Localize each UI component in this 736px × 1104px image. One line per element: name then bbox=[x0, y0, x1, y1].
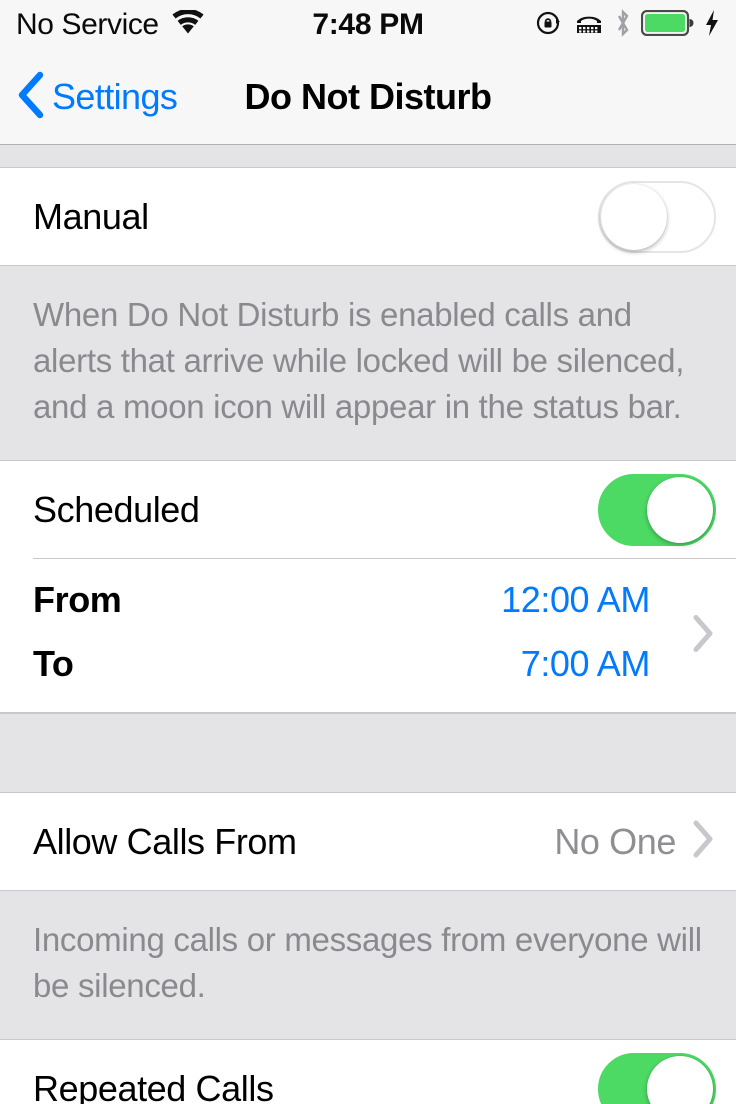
allow-calls-footer-text: Incoming calls or messages from everyone… bbox=[33, 921, 702, 1004]
allow-calls-label: Allow Calls From bbox=[33, 820, 297, 862]
pair-spacer-bottom bbox=[0, 696, 736, 712]
scheduled-label: Scheduled bbox=[33, 488, 200, 530]
manual-label: Manual bbox=[33, 195, 149, 237]
manual-group: Manual bbox=[0, 168, 736, 266]
wifi-icon bbox=[171, 8, 205, 41]
back-button[interactable]: Settings bbox=[0, 71, 178, 124]
from-value: 12:00 AM bbox=[501, 579, 650, 620]
bluetooth-icon bbox=[614, 8, 632, 43]
battery-icon bbox=[640, 9, 695, 41]
chevron-right-icon bbox=[690, 818, 716, 865]
status-bar: No Service 7:48 PM bbox=[0, 0, 736, 50]
to-value: 7:00 AM bbox=[520, 643, 651, 684]
repeated-calls-label: Repeated Calls bbox=[33, 1067, 274, 1104]
row-allow-calls-from[interactable]: Allow Calls From No One bbox=[0, 793, 736, 890]
from-value-wrap: 12:00 AM bbox=[501, 579, 716, 621]
pair-spacer-top bbox=[0, 559, 736, 568]
to-value-wrap: 7:00 AM bbox=[521, 643, 716, 685]
rotation-lock-icon bbox=[534, 8, 564, 43]
scheduled-group: Scheduled From 12:00 AM To 7:00 AM bbox=[0, 461, 736, 713]
allow-calls-value: No One bbox=[554, 820, 676, 862]
charging-bolt-icon bbox=[704, 9, 720, 42]
status-bar-left: No Service bbox=[16, 8, 205, 42]
tty-icon bbox=[573, 10, 605, 41]
schedule-time-row[interactable]: From 12:00 AM To 7:00 AM bbox=[0, 559, 736, 712]
back-button-label: Settings bbox=[52, 76, 178, 117]
iphone-screen: No Service 7:48 PM Settings Do Not Distu… bbox=[0, 0, 736, 1104]
row-manual[interactable]: Manual bbox=[0, 168, 736, 265]
status-bar-right bbox=[534, 8, 720, 43]
scheduled-toggle[interactable] bbox=[598, 473, 716, 546]
row-repeated-calls[interactable]: Repeated Calls bbox=[0, 1040, 736, 1104]
manual-footer: When Do Not Disturb is enabled calls and… bbox=[0, 266, 736, 461]
allow-calls-accessory: No One bbox=[554, 818, 716, 865]
chevron-right-icon bbox=[690, 612, 716, 659]
toggle-knob bbox=[647, 1055, 713, 1104]
navigation-bar: Settings Do Not Disturb bbox=[0, 50, 736, 145]
chevron-left-icon bbox=[16, 71, 46, 124]
scheduled-row-accessory bbox=[598, 473, 716, 546]
manual-toggle[interactable] bbox=[598, 180, 716, 253]
from-label: From bbox=[33, 579, 122, 620]
section-gap-top bbox=[0, 145, 736, 168]
toggle-knob bbox=[647, 476, 713, 543]
section-gap-mid bbox=[0, 713, 736, 793]
manual-footer-text: When Do Not Disturb is enabled calls and… bbox=[33, 296, 685, 425]
row-scheduled[interactable]: Scheduled bbox=[0, 461, 736, 558]
to-label: To bbox=[33, 643, 74, 684]
row-from[interactable]: From 12:00 AM bbox=[0, 568, 736, 632]
toggle-knob bbox=[601, 183, 667, 250]
repeated-calls-accessory bbox=[598, 1052, 716, 1104]
repeated-calls-group: Repeated Calls bbox=[0, 1040, 736, 1104]
repeated-calls-toggle[interactable] bbox=[598, 1052, 716, 1104]
carrier-label: No Service bbox=[16, 8, 159, 41]
manual-row-accessory bbox=[598, 180, 716, 253]
row-to[interactable]: To 7:00 AM bbox=[0, 632, 736, 696]
allow-calls-footer: Incoming calls or messages from everyone… bbox=[0, 891, 736, 1040]
allow-calls-group: Allow Calls From No One bbox=[0, 793, 736, 891]
